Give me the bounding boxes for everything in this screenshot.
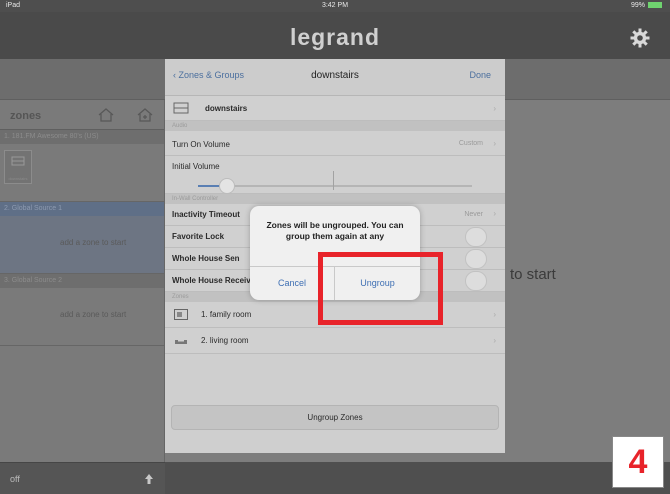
bottom-bar (165, 462, 670, 494)
tv-icon (174, 309, 188, 320)
turn-on-volume-value: Custom (458, 140, 483, 147)
add-zone-hint: add a zone to start (60, 310, 127, 319)
status-bar: iPad 3:42 PM 99% (0, 0, 670, 12)
alert-message: Zones will be ungrouped. You can group t… (266, 220, 404, 241)
volume-slider-marker (333, 171, 334, 190)
speaker-group-icon (173, 102, 189, 114)
volume-slider-track[interactable] (198, 185, 472, 187)
ipad-screen: iPad 3:42 PM 99% legrand zones 1. 181.FM… (0, 0, 670, 494)
initial-volume-row: Initial Volume (165, 156, 505, 194)
zones-panel: zones 1. 181.FM Awesome 80's (US) downst… (0, 100, 165, 494)
zones-panel-footer: off (0, 462, 165, 494)
gear-icon[interactable] (630, 28, 650, 48)
source-zone-area[interactable]: add a zone to start (0, 288, 164, 346)
main-hint: to start (510, 266, 556, 283)
chevron-right-icon: › (493, 104, 496, 113)
volume-slider-thumb[interactable] (219, 178, 235, 194)
ungroup-zones-button[interactable]: Ungroup Zones (171, 405, 499, 430)
thumbnail-caption: downstairs (8, 176, 28, 181)
source-zone-area[interactable]: downstairs (0, 144, 164, 202)
group-name: downstairs (205, 104, 248, 113)
ungroup-highlight-box (318, 252, 443, 325)
chevron-right-icon: › (493, 139, 496, 148)
home-add-icon[interactable] (136, 107, 154, 123)
zones-panel-title: zones (10, 110, 42, 122)
whole-house-receive-toggle[interactable] (465, 271, 487, 291)
sheet-nav-bar: ‹ Zones & Groups downstairs Done (165, 59, 505, 96)
speaker-group-icon (11, 156, 25, 166)
section-header: Audio (165, 121, 505, 131)
inactivity-timeout-label: Inactivity Timeout (172, 210, 240, 219)
turn-on-volume-row[interactable]: Turn On Volume Custom › (165, 131, 505, 156)
zones-panel-header: zones (0, 100, 164, 130)
battery-icon (648, 2, 662, 8)
done-button[interactable]: Done (469, 70, 491, 80)
whole-house-send-label: Whole House Sen (172, 254, 240, 263)
zone-row[interactable]: 2. living room › (165, 328, 505, 354)
chevron-right-icon: › (493, 209, 496, 218)
source-zone-area[interactable]: add a zone to start (0, 216, 164, 274)
status-time: 3:42 PM (321, 2, 349, 9)
turn-on-volume-label: Turn On Volume (172, 140, 230, 149)
chevron-right-icon: › (493, 310, 496, 319)
zone-label: 1. family room (201, 310, 252, 319)
battery-percent: 99% (630, 2, 645, 9)
brand-logo: legrand (289, 24, 381, 50)
app-header: legrand (0, 12, 670, 59)
sheet-title: downstairs (311, 70, 359, 81)
section-header: In-Wall Controller (165, 194, 505, 204)
favorite-lock-label: Favorite Lock (172, 232, 225, 241)
whole-house-send-toggle[interactable] (465, 249, 487, 269)
zone-label: 2. living room (201, 336, 249, 345)
home-icon[interactable] (97, 107, 115, 123)
source-header[interactable]: 1. 181.FM Awesome 80's (US) (0, 130, 164, 144)
step-number: 4 (612, 436, 664, 488)
volume-up-icon[interactable] (144, 473, 154, 485)
add-zone-hint: add a zone to start (60, 238, 127, 247)
source-header[interactable]: 2. Global Source 1 (0, 202, 164, 216)
favorite-lock-toggle[interactable] (465, 227, 487, 247)
initial-volume-label: Initial Volume (172, 162, 220, 171)
group-name-row[interactable]: downstairs › (165, 96, 505, 121)
inactivity-timeout-value: Never (464, 211, 483, 218)
zone-group-thumbnail[interactable]: downstairs (4, 150, 32, 184)
source-header[interactable]: 3. Global Source 2 (0, 274, 164, 288)
battery-indicator: 99% (631, 2, 662, 9)
chevron-right-icon: › (493, 336, 496, 345)
power-status: off (10, 474, 20, 484)
sofa-icon (175, 340, 187, 344)
